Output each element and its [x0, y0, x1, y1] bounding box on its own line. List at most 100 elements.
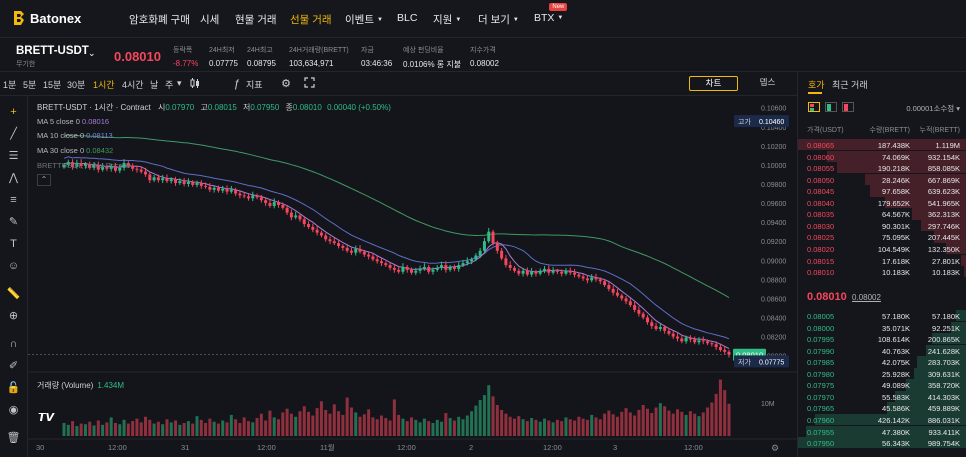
bid-row[interactable]: 0.07975 49.089K 358.720K — [798, 379, 966, 391]
tab-orderbook[interactable]: 호가 — [808, 78, 825, 91]
candle-body — [178, 181, 182, 184]
eye-icon[interactable]: ◉ — [5, 402, 22, 419]
ask-row[interactable]: 0.08025 75.095K 207.445K — [798, 231, 966, 243]
bids-only-mode-icon[interactable] — [825, 102, 837, 112]
ask-row[interactable]: 0.08035 64.567K 362.313K — [798, 208, 966, 220]
horizontal-lines-icon[interactable]: ☰ — [5, 148, 22, 165]
brush-icon[interactable]: ✎ — [5, 214, 22, 231]
index-price-legend[interactable]: BRETTUSDT, Index Price ⊘ — [37, 161, 131, 170]
ruler-icon[interactable]: 📏 — [5, 286, 22, 303]
candle-body — [435, 267, 439, 270]
candlestick-chart[interactable]: 0.106000.104000.102000.100000.098000.096… — [28, 96, 797, 457]
candle-body — [487, 231, 491, 242]
bid-row[interactable]: 0.07965 45.586K 459.889K — [798, 402, 966, 414]
nav-item-7[interactable]: 더 보기 ▼ — [478, 12, 519, 27]
timeframe-2[interactable]: 15분 — [43, 78, 61, 91]
symbol-name[interactable]: BRETT-USDT — [16, 45, 89, 57]
nav-item-8[interactable]: BTX ▼ New — [534, 3, 568, 24]
pencil-lock-icon[interactable]: ✐ — [5, 358, 22, 375]
both-sides-mode-icon[interactable] — [808, 102, 820, 112]
tab-recent-trades[interactable]: 최근 거래 — [832, 78, 868, 91]
timeframe-more-icon[interactable]: ▾ — [177, 78, 182, 89]
asks-only-mode-icon[interactable] — [842, 102, 854, 112]
ask-row[interactable]: 0.08015 17.618K 27.801K — [798, 254, 966, 266]
bid-total: 57.180K — [932, 312, 960, 321]
logo[interactable]: Batonex — [12, 10, 81, 26]
bid-row[interactable]: 0.08005 57.180K 57.180K — [798, 310, 966, 322]
fib-icon[interactable]: ≡ — [5, 192, 22, 209]
emoji-icon[interactable]: ☺ — [5, 258, 22, 275]
bid-row[interactable]: 0.07990 40.763K 241.628K — [798, 344, 966, 357]
candle-body — [319, 232, 323, 236]
ask-row[interactable]: 0.08045 97.658K 639.623K — [798, 185, 966, 197]
indicator-icon[interactable]: ƒ — [230, 77, 244, 91]
zoom-in-icon[interactable]: ⊕ — [5, 308, 22, 325]
timeframe-1[interactable]: 5분 — [23, 78, 36, 91]
nav-item-1[interactable]: 시세 — [200, 12, 219, 27]
timeframe-3[interactable]: 30분 — [67, 78, 85, 91]
candle-body — [152, 177, 156, 181]
nav-item-3[interactable]: 선물 거래 — [290, 12, 332, 27]
candle-body — [538, 270, 542, 274]
pattern-icon[interactable]: ⋀ — [5, 170, 22, 187]
lock-icon[interactable]: 🔓 — [5, 380, 22, 397]
ask-row[interactable]: 0.08030 90.301K 297.746K — [798, 219, 966, 232]
bid-row[interactable]: 0.07970 55.583K 414.303K — [798, 390, 966, 403]
bid-row[interactable]: 0.07995 108.614K 200.865K — [798, 333, 966, 345]
nav-item-4[interactable]: 이벤트 ▼ — [345, 12, 383, 27]
timeframe-7[interactable]: 주 — [165, 78, 173, 91]
chevron-down-icon[interactable]: ⌄ — [88, 48, 96, 59]
volume-bar — [615, 416, 619, 436]
bid-row[interactable]: 0.07955 47.380K 933.411K — [798, 425, 966, 437]
bid-row[interactable]: 0.07960 426.142K 886.031K — [798, 413, 966, 426]
crosshair-icon[interactable]: + — [5, 104, 22, 121]
ask-row[interactable]: 0.08020 104.549K 132.350K — [798, 242, 966, 255]
bid-size: 35.071K — [882, 323, 910, 333]
ask-row[interactable]: 0.08050 28.246K 667.869K — [798, 173, 966, 186]
ask-row[interactable]: 0.08010 10.183K 10.183K — [798, 266, 966, 278]
nav-item-6[interactable]: 지원 ▼ — [433, 12, 461, 27]
candle-type-icon[interactable] — [188, 77, 202, 91]
candle-body — [131, 165, 135, 169]
trash-icon[interactable]: 🗑 — [5, 430, 22, 447]
collapse-legend-icon[interactable]: ⌃ — [37, 174, 51, 186]
text-tool-icon[interactable]: T — [5, 236, 22, 253]
mark-price[interactable]: 0.08002 — [852, 293, 881, 302]
ma5-legend[interactable]: MA 5 close 0 0.08016 — [37, 117, 109, 126]
volume-bar — [543, 418, 547, 436]
ma30-legend[interactable]: MA 30 close 0 0.08432 — [37, 146, 113, 155]
timeframe-6[interactable]: 날 — [150, 78, 158, 91]
fullscreen-icon[interactable] — [302, 77, 316, 91]
trendline-icon[interactable]: ╱ — [5, 126, 22, 143]
candle-body — [384, 263, 388, 266]
ask-row[interactable]: 0.08040 179.652K 541.965K — [798, 196, 966, 209]
timeframe-0[interactable]: 1분 — [3, 78, 16, 91]
chart-view-button[interactable]: 차트 — [689, 76, 738, 91]
ask-row[interactable]: 0.08055 190.218K 858.085K — [798, 162, 966, 174]
bid-row[interactable]: 0.08000 35.071K 92.251K — [798, 321, 966, 333]
ask-row[interactable]: 0.08060 74.069K 932.154K — [798, 150, 966, 162]
nav-item-2[interactable]: 현물 거래 — [235, 12, 277, 27]
timeframe-5[interactable]: 4시간 — [122, 78, 144, 91]
nav-item-5[interactable]: BLC — [397, 12, 417, 24]
bid-row[interactable]: 0.07980 25.928K 309.631K — [798, 367, 966, 380]
eye-off-icon[interactable]: ⊘ — [125, 161, 131, 170]
close-label: 종 — [285, 103, 293, 112]
change-value: 0.00040 (+0.50%) — [327, 103, 391, 112]
settings-gear-icon[interactable]: ⚙ — [279, 77, 293, 91]
candle-body — [564, 270, 568, 274]
candle-body — [392, 267, 396, 270]
nav-item-0[interactable]: 암호화폐 구매 — [129, 12, 190, 27]
ma10-value: 0.08113 — [86, 131, 113, 140]
ma10-legend[interactable]: MA 10 close 0 0.08113 — [37, 131, 113, 140]
indicator-button[interactable]: 지표 — [246, 78, 263, 91]
depth-view-button[interactable]: 뎁스 — [743, 76, 792, 91]
bid-row[interactable]: 0.07985 42.075K 283.703K — [798, 356, 966, 368]
magnet-icon[interactable]: ∩ — [5, 336, 22, 353]
price-chart[interactable]: 0.10600 0.10400 0.10200 0.10000 0.09800 0.096… — [28, 96, 797, 457]
precision-select[interactable]: 0.00001소수점 ▾ — [906, 103, 960, 114]
precision-value: 0.00001소수점 — [906, 104, 955, 113]
bid-row[interactable]: 0.07950 56.343K 989.754K — [798, 437, 966, 449]
ask-row[interactable]: 0.08065 187.438K 1.119M — [798, 139, 966, 151]
timeframe-4[interactable]: 1시간 — [93, 78, 115, 91]
